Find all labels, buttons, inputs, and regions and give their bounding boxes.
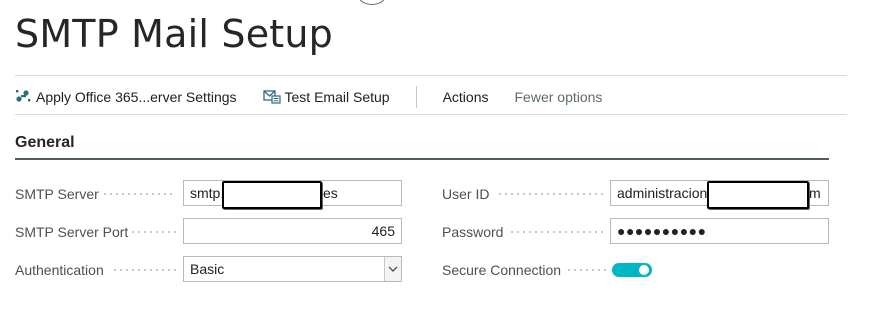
action-separator (415, 86, 417, 108)
test-email-label: Test Email Setup (284, 89, 390, 105)
apply-office365-settings-button[interactable]: Apply Office 365...erver Settings (15, 88, 237, 107)
actions-menu-button[interactable]: Actions (443, 89, 489, 105)
password-value: ●●●●●●●●●● (617, 223, 707, 239)
section-title-general: General (15, 134, 75, 151)
redaction-box (707, 181, 809, 209)
password-input[interactable]: ●●●●●●●●●● (610, 218, 829, 244)
fewer-options-button[interactable]: Fewer options (515, 89, 603, 105)
smtp-server-label: SMTP Server (15, 186, 99, 202)
dotted-leader (497, 180, 603, 208)
smtp-port-label: SMTP Server Port (15, 224, 129, 240)
smtp-port-value: 465 (371, 223, 395, 239)
apply-office365-label: Apply Office 365...erver Settings (36, 89, 237, 105)
toggle-knob (639, 265, 649, 275)
secure-connection-label: Secure Connection (442, 262, 562, 278)
dotted-leader (102, 180, 176, 208)
user-id-input[interactable]: administracion m (610, 180, 829, 209)
section-underline (15, 158, 829, 160)
test-email-setup-button[interactable]: Test Email Setup (262, 88, 390, 107)
authentication-value: Basic (190, 261, 225, 277)
dotted-leader (130, 218, 176, 246)
authentication-select[interactable]: Basic (183, 256, 402, 282)
partial-circle-icon (358, 0, 386, 5)
dotted-leader (112, 256, 176, 284)
password-label: Password (442, 224, 504, 240)
chevron-down-icon[interactable] (384, 257, 401, 281)
page-title: SMTP Mail Setup (15, 12, 333, 56)
user-id-prefix: administracion (617, 185, 708, 201)
actionbar-divider (15, 114, 847, 115)
smtp-port-input[interactable]: 465 (183, 218, 402, 244)
redaction-box (222, 181, 322, 209)
smtp-server-input[interactable]: smtp. es (183, 180, 402, 209)
title-divider (15, 75, 847, 76)
test-email-icon (262, 88, 281, 107)
actions-menu-label: Actions (442, 89, 489, 105)
action-bar: Apply Office 365...erver Settings Test E… (15, 86, 602, 108)
smtp-server-prefix: smtp. (190, 185, 225, 201)
smtp-mail-setup-page: SMTP Mail Setup Apply Office 365...erver… (0, 0, 887, 333)
user-id-label: User ID (442, 186, 490, 202)
secure-connection-toggle[interactable] (612, 263, 652, 277)
puzzle-icon (15, 88, 32, 107)
user-id-suffix: m (809, 185, 821, 201)
smtp-server-suffix: es (323, 185, 338, 201)
dotted-leader (509, 218, 603, 246)
fewer-options-label: Fewer options (514, 89, 603, 105)
dotted-leader (566, 256, 606, 284)
authentication-label: Authentication (15, 262, 104, 278)
